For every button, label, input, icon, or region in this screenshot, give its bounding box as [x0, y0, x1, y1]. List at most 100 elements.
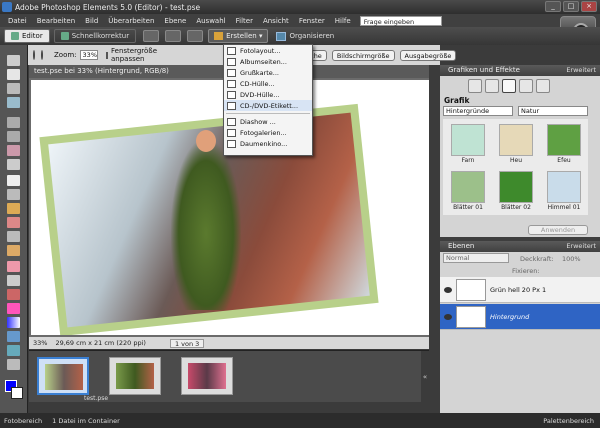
lasso-tool-icon[interactable] [7, 131, 20, 142]
styles-tab-icon[interactable] [485, 79, 499, 93]
layer-thumbnail [456, 278, 486, 301]
menu-bearbeiten[interactable]: Bearbeiten [32, 17, 80, 25]
zoom-input[interactable]: 33% [79, 50, 98, 60]
layer-row[interactable]: Hintergrund [440, 304, 600, 330]
eye-icon[interactable] [444, 313, 452, 320]
effect-item[interactable]: Efeu [541, 121, 587, 167]
status-info: 1 Datei im Container [52, 416, 120, 425]
crop-tool-icon[interactable] [7, 189, 20, 200]
hand-tool-icon[interactable] [7, 83, 20, 94]
close-button[interactable]: × [581, 1, 597, 12]
palette-bin-toggle[interactable]: Palettenbereich [543, 417, 594, 425]
clone-stamp-tool-icon[interactable] [7, 245, 20, 256]
doc-zoom[interactable]: 33% [29, 339, 51, 347]
print-icon[interactable] [143, 30, 160, 42]
print-size-button[interactable]: Ausgabegröße [399, 49, 457, 61]
brush-tool-icon[interactable] [7, 289, 20, 300]
layers-more-button[interactable]: Erweitert [566, 241, 596, 252]
doc-size: 29,69 cm x 21 cm (220 ppi) [55, 339, 146, 347]
menu-fenster[interactable]: Fenster [294, 17, 330, 25]
maximize-button[interactable]: □ [563, 1, 579, 12]
tab-quickfix[interactable]: Schnellkorrektur [53, 29, 137, 43]
effects-category-select[interactable]: Hintergründe [443, 106, 513, 116]
layers-header[interactable]: Ebenen Erweitert [440, 241, 600, 252]
layer-row[interactable]: Grün hell 20 Px 1 [440, 277, 600, 303]
menu-ansicht[interactable]: Ansicht [258, 17, 294, 25]
pencil-tool-icon[interactable] [7, 261, 20, 272]
minimize-button[interactable]: _ [545, 1, 561, 12]
share-icon[interactable] [165, 30, 182, 42]
tab-editor[interactable]: Editor [4, 29, 50, 43]
effects-more-button[interactable]: Erweitert [566, 65, 596, 76]
favorites-star-icon[interactable] [536, 79, 550, 93]
menu-item-grusskarte[interactable]: Grußkarte... [224, 67, 312, 78]
photo-bin-thumbnail[interactable] [109, 357, 161, 395]
red-eye-tool-icon[interactable] [7, 217, 20, 228]
window-title: Adobe Photoshop Elements 5.0 (Editor) - … [15, 2, 201, 12]
shape-tool-icon[interactable] [7, 331, 20, 342]
eye-icon[interactable] [444, 286, 452, 293]
layers-title: Ebenen [448, 242, 475, 250]
cookie-cutter-tool-icon[interactable] [7, 203, 20, 214]
zoom-out-icon[interactable] [41, 50, 43, 60]
move-tool-icon[interactable] [7, 55, 20, 66]
magic-wand-tool-icon[interactable] [7, 145, 20, 156]
effect-item[interactable]: Himmel 01 [541, 168, 587, 214]
apply-button[interactable]: Anwenden [528, 225, 588, 235]
menu-item-daumenkino[interactable]: Daumenkino... [224, 138, 312, 149]
menu-filter[interactable]: Filter [231, 17, 258, 25]
selection-brush-tool-icon[interactable] [7, 159, 20, 170]
marquee-tool-icon[interactable] [7, 117, 20, 128]
help-search-input[interactable]: Frage eingeben [359, 15, 442, 26]
organize-label: Organisieren [289, 32, 335, 40]
background-color-swatch[interactable] [11, 387, 23, 399]
filters-tab-icon[interactable] [468, 79, 482, 93]
effect-item[interactable]: Blätter 01 [445, 168, 491, 214]
menu-bild[interactable]: Bild [80, 17, 103, 25]
type-tool-icon[interactable] [7, 175, 20, 186]
document-status-bar: 33% 29,69 cm x 21 cm (220 ppi) 1 von 3 [29, 337, 429, 349]
menu-item-cd-huelle[interactable]: CD-Hülle... [224, 78, 312, 89]
create-button[interactable]: Erstellen ▾ [208, 29, 269, 43]
menu-item-fotolayout[interactable]: Fotolayout... [224, 45, 312, 56]
text-tab-icon[interactable] [519, 79, 533, 93]
blur-tool-icon[interactable] [7, 345, 20, 356]
menu-ueberarbeiten[interactable]: Überarbeiten [103, 17, 159, 25]
organize-tool-icon[interactable] [187, 30, 204, 42]
menu-item-diashow[interactable]: Diashow ... [224, 116, 312, 127]
menu-item-dvd-huelle[interactable]: DVD-Hülle... [224, 89, 312, 100]
menu-item-fotogalerien-label: Fotogalerien... [240, 128, 287, 137]
organize-button[interactable]: Organisieren [276, 31, 335, 41]
menu-datei[interactable]: Datei [3, 17, 32, 25]
menu-bar: Datei Bearbeiten Bild Überarbeiten Ebene… [0, 14, 600, 27]
effects-subcategory-select[interactable]: Natur [518, 106, 588, 116]
effect-item[interactable]: Farn [445, 121, 491, 167]
page-indicator[interactable]: 1 von 3 [169, 338, 205, 348]
gradient-tool-icon[interactable] [7, 317, 20, 328]
zoom-tool-icon[interactable] [7, 69, 20, 80]
zoom-in-icon[interactable] [33, 50, 35, 60]
menu-hilfe[interactable]: Hilfe [330, 17, 356, 25]
graphics-tab-icon[interactable] [502, 79, 516, 93]
effect-item[interactable]: Heu [493, 121, 539, 167]
sponge-tool-icon[interactable] [7, 359, 20, 370]
menu-item-albumseiten[interactable]: Albumseiten... [224, 56, 312, 67]
paint-bucket-tool-icon[interactable] [7, 303, 20, 314]
menu-item-cd-dvd-etikett[interactable]: CD-/DVD-Etikett... [224, 100, 312, 111]
photo-bin-thumbnail[interactable] [37, 357, 89, 395]
blend-mode-select[interactable]: Normal [443, 253, 509, 263]
effect-item[interactable]: Blätter 02 [493, 168, 539, 214]
healing-brush-tool-icon[interactable] [7, 231, 20, 242]
fit-window-checkbox[interactable] [106, 51, 108, 59]
effects-header[interactable]: Grafiken und Effekte Erweitert [440, 65, 600, 76]
menu-auswahl[interactable]: Auswahl [191, 17, 230, 25]
menu-item-fotogalerien[interactable]: Fotogalerien... [224, 127, 312, 138]
collapse-arrow-icon[interactable]: « [421, 351, 429, 403]
photo-bin-thumbnail[interactable] [181, 357, 233, 395]
opacity-value[interactable]: 100% [562, 255, 581, 263]
screen-size-button[interactable]: Bildschirmgröße [331, 49, 395, 61]
photo-bin-toggle[interactable]: Fotobereich [4, 417, 42, 425]
eraser-tool-icon[interactable] [7, 275, 20, 286]
eyedropper-tool-icon[interactable] [7, 97, 20, 108]
menu-ebene[interactable]: Ebene [159, 17, 191, 25]
